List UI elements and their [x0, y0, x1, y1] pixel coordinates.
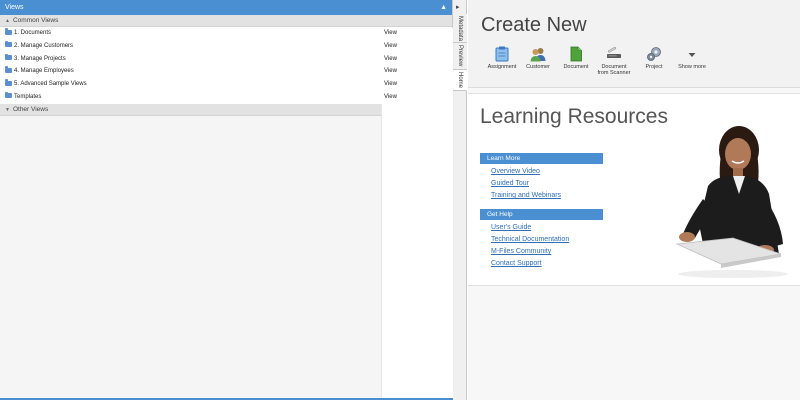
link-guided-tour[interactable]: Guided Tour — [491, 180, 529, 187]
tab-label: Home — [457, 72, 463, 89]
side-tab-strip: ▸ Metadata Preview Home — [453, 0, 467, 400]
view-name: 2. Manage Customers — [14, 42, 74, 49]
assignment-icon — [495, 46, 509, 62]
view-name: 1. Documents — [14, 30, 52, 36]
document-icon — [570, 46, 582, 62]
project-icon — [647, 47, 661, 61]
chevron-down-icon — [688, 53, 696, 57]
customer-icon — [530, 48, 546, 62]
home-pane: Create New Assignment Customer Document … — [468, 0, 800, 400]
views-title: Views — [5, 4, 24, 11]
link-mfiles-community[interactable]: M-Files Community — [491, 248, 551, 255]
link-users-guide[interactable]: User's Guide — [491, 224, 531, 231]
tab-preview[interactable]: Preview — [453, 43, 467, 70]
view-name: 4. Manage Employees — [14, 68, 74, 75]
button-label: Customer — [526, 64, 550, 70]
scanner-icon — [607, 46, 621, 58]
create-new-title: Create New — [481, 14, 587, 36]
tab-label: Preview — [457, 45, 463, 67]
create-document-button[interactable]: Document — [556, 46, 596, 70]
views-pane: Views ▲ ▲ Common Views 1. Documents View … — [0, 0, 453, 400]
group-label: Common Views — [12, 17, 59, 24]
link-technical-documentation[interactable]: Technical Documentation — [491, 236, 569, 243]
section-label: Get Help — [487, 211, 513, 218]
tab-home[interactable]: Home — [453, 70, 467, 91]
view-name: Templates — [14, 93, 42, 100]
create-customer-button[interactable]: Customer — [518, 46, 558, 70]
views-list: 1. Documents View 2. Manage Customers Vi… — [0, 27, 452, 104]
view-type: View — [384, 81, 397, 88]
collapse-triangle-icon[interactable]: ▲ — [5, 18, 10, 24]
section-label: Learn More — [487, 155, 521, 162]
learning-resources-section: Learning Resources Learn More Overview V… — [468, 93, 800, 286]
group-header-common-views[interactable]: ▲ Common Views — [0, 15, 452, 27]
link-training-webinars[interactable]: Training and Webinars — [491, 192, 561, 199]
tab-metadata[interactable]: Metadata — [453, 14, 467, 43]
folder-icon — [5, 91, 12, 99]
list-item[interactable]: 2. Manage Customers View — [0, 40, 452, 53]
list-item[interactable]: 5. Advanced Sample Views View — [0, 78, 452, 91]
link-contact-support[interactable]: Contact Support — [491, 260, 542, 267]
show-more-button[interactable]: Show more — [672, 46, 712, 70]
list-item[interactable]: 1. Documents View — [0, 27, 452, 40]
view-type: View — [384, 68, 397, 75]
folder-icon — [5, 28, 12, 35]
folder-icon — [5, 79, 12, 86]
group-label: Other Views — [12, 105, 49, 113]
button-label: Document — [563, 64, 589, 70]
list-item[interactable]: 3. Manage Projects View — [0, 53, 452, 66]
create-document-from-scanner-button[interactable]: Document from Scanner — [594, 46, 634, 76]
button-label-line2: from Scanner — [597, 70, 631, 76]
folder-icon — [5, 66, 12, 73]
view-type: View — [384, 93, 397, 100]
button-label: Project — [645, 64, 663, 70]
view-name: 3. Manage Projects — [14, 55, 66, 62]
views-header[interactable]: Views ▲ — [0, 0, 452, 15]
view-type: View — [384, 42, 397, 49]
get-help-header: Get Help — [480, 209, 603, 220]
button-label: Assignment — [487, 64, 517, 70]
list-item[interactable]: Templates View — [0, 91, 452, 104]
create-project-button[interactable]: Project — [634, 46, 674, 70]
create-assignment-button[interactable]: Assignment — [482, 46, 522, 70]
folder-icon — [5, 53, 12, 61]
chevron-right-icon[interactable]: ▸ — [456, 3, 460, 11]
list-item[interactable]: 4. Manage Employees View — [0, 65, 452, 78]
view-type: View — [384, 30, 397, 36]
woman-with-laptop-illustration — [675, 126, 788, 278]
learning-resources-title: Learning Resources — [480, 105, 668, 128]
link-overview-video[interactable]: Overview Video — [491, 168, 540, 175]
view-name: 5. Advanced Sample Views — [14, 81, 87, 88]
folder-icon — [5, 40, 12, 48]
expand-triangle-icon[interactable]: ▼ — [5, 107, 10, 113]
button-label: Show more — [678, 64, 706, 70]
tab-label: Metadata — [457, 16, 463, 42]
learn-more-header: Learn More — [480, 153, 603, 164]
chevron-up-icon[interactable]: ▲ — [440, 0, 447, 15]
view-type: View — [384, 55, 397, 62]
create-new-section: Create New Assignment Customer Document … — [468, 0, 800, 88]
app-window: Views ▲ ▲ Common Views 1. Documents View … — [0, 0, 800, 400]
